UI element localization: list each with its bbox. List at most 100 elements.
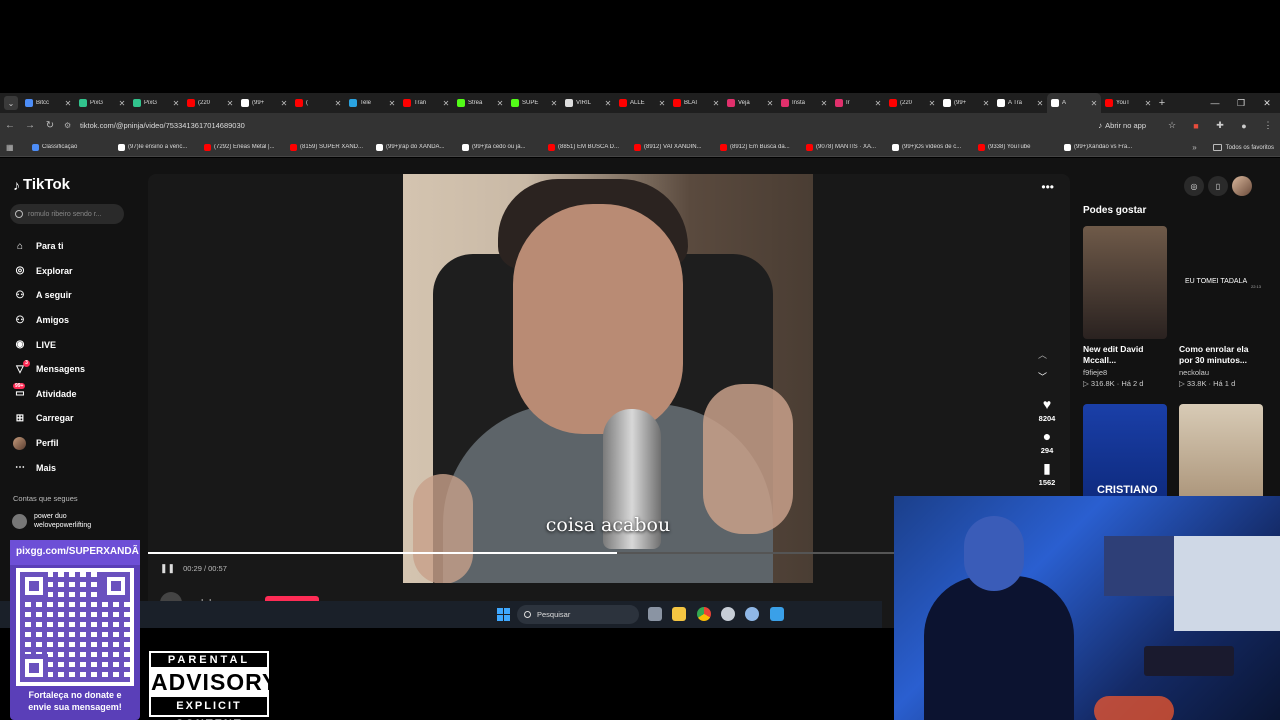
close-tab-icon[interactable]: ✕ — [226, 99, 234, 108]
browser-tab[interactable]: Tele ✕ — [345, 93, 399, 113]
photos-icon[interactable] — [770, 607, 784, 621]
browser-tab[interactable]: Insta ✕ — [777, 93, 831, 113]
close-window-icon[interactable]: ✕ — [1254, 98, 1280, 109]
previous-video-icon[interactable]: ︿ — [1038, 348, 1047, 370]
bookmark-item[interactable]: (9078) MANTIS · XA... — [806, 143, 892, 151]
browser-tab[interactable]: A Tra ✕ — [993, 93, 1047, 113]
forward-icon[interactable]: → — [20, 120, 40, 131]
tiktok-logo[interactable]: ♪ TikTok — [13, 176, 70, 193]
close-tab-icon[interactable]: ✕ — [496, 99, 504, 108]
close-tab-icon[interactable]: ✕ — [172, 99, 180, 108]
new-tab-icon[interactable]: + — [1155, 97, 1169, 109]
close-tab-icon[interactable]: ✕ — [118, 99, 126, 108]
extension-red-icon[interactable]: ■ — [1184, 121, 1208, 131]
bookmark-item[interactable]: (97)Ie ensino a venc... — [118, 143, 204, 151]
sidebar-item-live[interactable]: ◉ LIVE — [13, 332, 85, 357]
bookmark-item[interactable]: (8912) Em Busca da... — [720, 143, 806, 151]
close-tab-icon[interactable]: ✕ — [874, 99, 882, 108]
open-in-app-button[interactable]: ♪ Abrir no app — [1098, 121, 1146, 130]
suggested-video[interactable]: EU TOMEI TADALA 22:13 Como enrolar ela p… — [1179, 226, 1263, 388]
sidebar-item-atividade[interactable]: ▭ 99+ Atividade — [13, 382, 85, 407]
browser-tab[interactable]: (✕ — [291, 93, 345, 113]
browser-menu-icon[interactable]: ⋮ — [1256, 120, 1280, 131]
sidebar-item-perfil[interactable]: Perfil — [13, 431, 85, 456]
bookmark-item[interactable]: (8159) SUPER XAND... — [290, 143, 376, 151]
sidebar-item-carregar[interactable]: ⊞ Carregar — [13, 406, 85, 431]
close-tab-icon[interactable]: ✕ — [550, 99, 558, 108]
bookmark-star-icon[interactable]: ☆ — [1160, 120, 1184, 131]
browser-tab[interactable]: VIRIL ✕ — [561, 93, 615, 113]
like-icon[interactable]: ♥ — [1043, 396, 1051, 412]
close-tab-icon[interactable]: ✕ — [658, 99, 666, 108]
bookmark-item[interactable]: (99+)Xandão vs Fra... — [1064, 143, 1150, 151]
back-icon[interactable]: ← — [0, 120, 20, 131]
windows-start-icon[interactable] — [497, 608, 510, 621]
close-tab-icon[interactable]: ✕ — [604, 99, 612, 108]
next-video-icon[interactable]: ﹀ — [1038, 370, 1047, 392]
browser-tab[interactable]: SUPE ✕ — [507, 93, 561, 113]
sidebar-item-mais[interactable]: ⋯ Mais — [13, 455, 85, 480]
browser-tab[interactable]: ALLE ✕ — [615, 93, 669, 113]
close-tab-icon[interactable]: ✕ — [820, 99, 828, 108]
search-input[interactable]: romulo ribeiro sendo r... — [10, 204, 124, 224]
browser-tab[interactable]: PixG ✕ — [129, 93, 183, 113]
sidebar-item-mensagens[interactable]: ▽ 3 Mensagens — [13, 357, 85, 382]
close-tab-icon[interactable]: ✕ — [388, 99, 396, 108]
bookmark-item[interactable]: (99+)Os vídeos de c... — [892, 143, 978, 151]
bookmark-item[interactable]: (9338) YouTube — [978, 143, 1064, 151]
restore-icon[interactable]: ❐ — [1228, 98, 1254, 109]
bookmark-item[interactable]: (8851) EM BUSCA D... — [548, 143, 634, 151]
url-field[interactable]: ⚙ tiktok.com/@pninja/video/7533413617014… — [64, 117, 1098, 134]
settings-icon[interactable] — [745, 607, 759, 621]
extensions-icon[interactable]: ✚ — [1208, 120, 1232, 131]
bookmark-item[interactable]: (99+)rap do XANDÃ... — [376, 143, 462, 151]
browser-tab[interactable]: (220 ✕ — [885, 93, 939, 113]
minimize-icon[interactable]: — — [1202, 98, 1228, 108]
browser-tab[interactable]: Tran ✕ — [399, 93, 453, 113]
browser-tab[interactable]: (99+ ✕ — [237, 93, 291, 113]
video-thumbnail[interactable]: EU TOMEI TADALA 22:13 — [1179, 226, 1263, 339]
tab-search-icon[interactable]: ⌄ — [4, 96, 18, 110]
profile-icon[interactable]: ● — [1232, 121, 1256, 131]
browser-tab[interactable]: (220 ✕ — [183, 93, 237, 113]
device-icon[interactable]: ▯ — [1208, 176, 1228, 196]
comment-icon[interactable]: ● — [1043, 428, 1051, 444]
app-icon[interactable] — [721, 607, 735, 621]
all-bookmarks-link[interactable]: Todos os favoritos — [1226, 145, 1274, 151]
pause-icon[interactable]: ❚❚ — [160, 563, 175, 574]
close-tab-icon[interactable]: ✕ — [334, 99, 342, 108]
close-tab-icon[interactable]: ✕ — [928, 99, 936, 108]
bookmark-item[interactable]: (99+)tá cedo ou já... — [462, 143, 548, 151]
browser-tab[interactable]: YouT ✕ — [1101, 93, 1155, 113]
close-tab-icon[interactable]: ✕ — [766, 99, 774, 108]
sidebar-item-amigos[interactable]: ⚇ Amigos — [13, 308, 85, 333]
browser-tab[interactable]: Strea ✕ — [453, 93, 507, 113]
user-avatar[interactable] — [1232, 176, 1252, 196]
browser-tab[interactable]: Ir ✕ — [831, 93, 885, 113]
taskbar-search[interactable]: Pesquisar — [517, 605, 639, 624]
sidebar-item-a-seguir[interactable]: ⚇ A seguir — [13, 283, 85, 308]
more-bookmarks-icon[interactable]: » — [1192, 143, 1196, 152]
bookmark-item[interactable]: Classificação — [32, 143, 118, 151]
browser-tab[interactable]: A ✕ — [1047, 93, 1101, 113]
save-icon[interactable]: ▮ — [1043, 460, 1051, 476]
sidebar-item-para-ti[interactable]: ⌂ Para ti — [13, 234, 85, 259]
browser-tab[interactable]: Bitcc ✕ — [21, 93, 75, 113]
file-explorer-icon[interactable] — [672, 607, 686, 621]
close-tab-icon[interactable]: ✕ — [1090, 99, 1098, 108]
close-tab-icon[interactable]: ✕ — [982, 99, 990, 108]
close-tab-icon[interactable]: ✕ — [1036, 99, 1044, 108]
browser-tab[interactable]: (99+ ✕ — [939, 93, 993, 113]
sidebar-item-explorar[interactable]: ◎ Explorar — [13, 259, 85, 284]
video-thumbnail[interactable] — [1083, 226, 1167, 339]
coins-icon[interactable]: ◎ — [1184, 176, 1204, 196]
reload-icon[interactable]: ↻ — [40, 120, 60, 131]
site-info-icon[interactable]: ⚙ — [64, 121, 74, 130]
bookmark-item[interactable]: (7292) Enéas Metal |... — [204, 143, 290, 151]
bookmark-item[interactable]: (8912) VAI XANDIN... — [634, 143, 720, 151]
video-frame[interactable]: coisa acabou — [403, 174, 813, 583]
following-account[interactable]: power duo welovepowerlifting — [12, 512, 91, 530]
close-tab-icon[interactable]: ✕ — [712, 99, 720, 108]
suggested-video[interactable]: New edit David Mccall... f9fieje8 ▷ 316.… — [1083, 226, 1167, 388]
browser-tab[interactable]: Veja ✕ — [723, 93, 777, 113]
